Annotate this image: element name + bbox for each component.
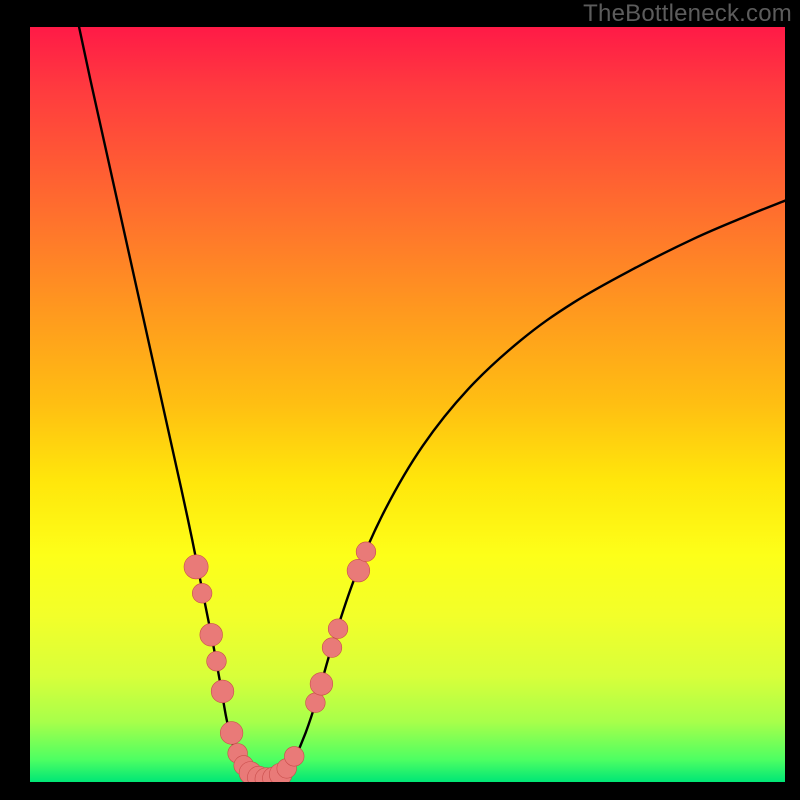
- data-dot: [306, 693, 326, 713]
- data-dot: [220, 722, 243, 745]
- curve-group: [79, 27, 785, 781]
- data-dot: [284, 747, 304, 767]
- data-dot: [211, 680, 234, 703]
- data-dots: [184, 542, 376, 782]
- data-dot: [322, 638, 342, 658]
- curve-right-branch: [287, 201, 785, 773]
- chart-svg: [30, 27, 785, 782]
- data-dot: [347, 559, 370, 582]
- data-dot: [356, 542, 376, 562]
- data-dot: [192, 583, 212, 603]
- data-dot: [184, 555, 208, 579]
- data-dot: [207, 651, 227, 671]
- watermark-label: TheBottleneck.com: [583, 0, 792, 28]
- plot-area: [30, 27, 785, 782]
- data-dot: [328, 619, 348, 639]
- data-dot: [310, 673, 333, 696]
- data-dot: [200, 623, 223, 646]
- outer-frame: TheBottleneck.com: [0, 0, 800, 800]
